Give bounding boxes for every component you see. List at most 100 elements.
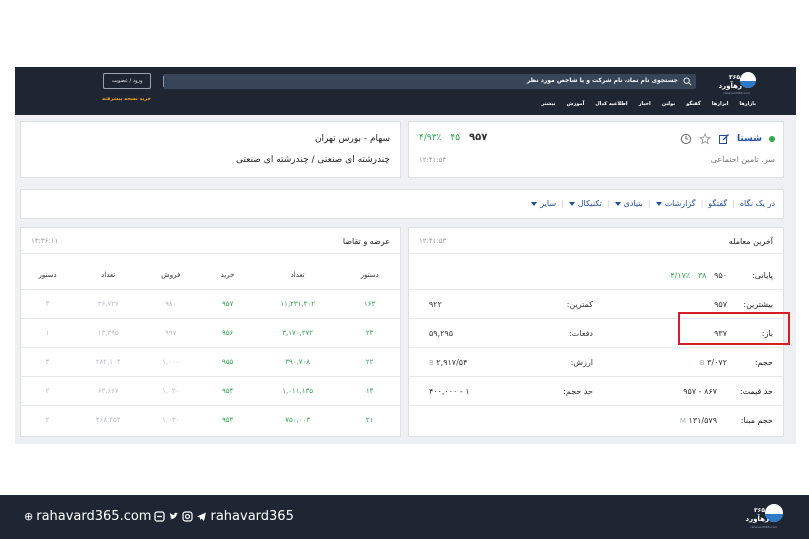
col-buy-volume: تعداد <box>256 261 340 290</box>
screenshot-stage: ۳۶۵ رهآورد rahavard365.com جستجوی نام نم… <box>0 0 809 539</box>
last-price: ۹۵۷ <box>469 132 488 143</box>
nav-item-news[interactable]: اخبار <box>639 101 651 107</box>
globe-icon: ⊕ <box>24 510 34 523</box>
nav-item-codal[interactable]: اطلاعیه کدال <box>595 101 627 107</box>
orderbook-title: عرضه و تقاضا <box>342 237 390 246</box>
closing-price: ۹۵۰ <box>714 271 727 280</box>
search-icon <box>683 77 692 86</box>
closing-row: پایانی: ۹۵۰ ۳۸ ۴/۱۷٪ <box>409 261 783 290</box>
table-cell: ۴۶۸,۴۵۴ <box>95 415 121 424</box>
footer-logo[interactable]: ۳۶۵ رهآورد rahavard365.com <box>737 504 783 530</box>
low-label: کمترین: <box>566 300 593 309</box>
logo-name: رهآورد <box>718 82 743 90</box>
table-cell: ۳۶,۷۲۷ <box>74 289 143 319</box>
table-cell: ۱۳,۳۹۵ <box>74 318 143 348</box>
nav-item-chat[interactable]: گفتگو <box>686 101 701 107</box>
edit-note-icon[interactable] <box>718 133 730 145</box>
table-cell: ۹۵۳ <box>221 415 234 424</box>
last-trade-header: آخرین معامله ۱۲:۴۱:۵۳ <box>409 228 783 254</box>
value-traded-unit: B <box>429 359 434 367</box>
volume-limit-label: حد حجم: <box>563 387 593 396</box>
footer-bar: ⊕ rahavard365.com rahavard365 ۳۶۵ رهآورد… <box>0 495 809 539</box>
table-row: ۲۱ ۷۵۰,۰۰۳ ۹۵۳ ۱,۰۳۰ ۴۶۸,۴۵۴ ۲ <box>21 405 400 434</box>
table-row: ۲۳ ۳,۱۷۰,۲۷۲ ۹۵۶ ۹۹۷ ۱۳,۳۹۵ ۱ <box>21 318 400 348</box>
table-cell: ۱۴ <box>339 376 400 406</box>
star-icon[interactable] <box>698 133 711 145</box>
search-bar[interactable]: جستجوی نام نماد، نام شرکت و یا شاخص مورد… <box>163 74 696 89</box>
search-input[interactable]: جستجوی نام نماد، نام شرکت و یا شاخص مورد… <box>527 77 678 84</box>
closing-change-percent: ۴/۱۷٪ <box>670 271 691 280</box>
company-name: سر. تامین اجتماعی <box>710 155 775 164</box>
footer-site[interactable]: rahavard365.com <box>36 509 151 524</box>
twitter-icon[interactable] <box>168 511 179 522</box>
telegram-icon[interactable] <box>196 511 207 522</box>
instagram-icon[interactable] <box>182 511 194 522</box>
symbol-time: ۱۲:۴۱:۵۳ <box>419 156 447 164</box>
nav-item-markets[interactable]: بازارها <box>739 101 756 107</box>
nav-item-more[interactable]: بیشتر <box>541 101 555 107</box>
base-volume-number: ۱۳۱/۵۷۹ <box>688 416 717 425</box>
value-traded-value: ۲,۹۱۷/۵۴ B <box>429 358 467 367</box>
site-logo[interactable]: ۳۶۵ رهآورد rahavard365.com <box>719 72 756 95</box>
tab-separator: | <box>732 199 735 208</box>
tab-fundamental[interactable]: بنیادی <box>614 199 643 208</box>
search-divider <box>163 76 164 87</box>
symbol-tabs-bar: در یک نگاه | گفتگو | گزارشات | بنیادی | … <box>20 189 784 219</box>
tab-fundamental-label: بنیادی <box>623 199 643 208</box>
table-row: ۱۶۳ ۱۱,۲۳۱,۴۰۲ ۹۵۷ ۹۸۰ ۳۶,۷۲۷ ۳ <box>21 289 400 319</box>
chevron-down-icon <box>568 201 575 206</box>
low-value: ۹۲۲ <box>429 300 442 309</box>
footer-logo-tagline: rahavard365.com <box>750 525 777 529</box>
tab-overview[interactable]: در یک نگاه <box>740 199 775 208</box>
closing-change: ۳۸ <box>697 271 707 280</box>
clock-icon[interactable] <box>680 133 692 145</box>
tab-reports[interactable]: گزارشات <box>655 199 696 208</box>
table-cell: ۳۹۰,۷۰۸ <box>256 347 340 377</box>
table-cell: ۱,۰۳۰ <box>162 415 180 424</box>
table-cell: ۱ <box>21 318 75 348</box>
last-trade-title: آخرین معامله <box>728 237 773 246</box>
nav-item-tools[interactable]: ابزارها <box>712 101 729 107</box>
nav-item-education[interactable]: آموزش <box>567 101 585 107</box>
tab-technical[interactable]: تکنیکال <box>568 199 602 208</box>
table-cell: ۹۵۷ <box>199 289 256 319</box>
tab-other[interactable]: سایر <box>531 199 556 208</box>
orderbook-card: عرضه و تقاضا ۱۳:۳۶:۱۱ دستور تعداد خرید ف… <box>20 227 401 437</box>
table-cell: ۳ <box>21 289 75 319</box>
tab-list: در یک نگاه | گفتگو | گزارشات | بنیادی | … <box>531 199 775 208</box>
table-cell: ۱,۰۱۱,۱۳۵ <box>256 376 340 406</box>
table-cell: ۲ <box>45 415 50 424</box>
orderbook-table: دستور تعداد خرید فروش تعداد دستور ۱۶۳ ۱۱… <box>21 261 400 434</box>
orderbook-header-row: دستور تعداد خرید فروش تعداد دستور <box>21 261 400 290</box>
sector-label: چندرشته ای صنعتی / چندرشته ای صنعتی <box>236 155 390 165</box>
price-change-percent: ۴/۹۳٪ <box>419 133 442 143</box>
price-change: ۴۵ <box>450 133 461 143</box>
limits-row: حد قیمت: ۸۶۷ - ۹۵۷ حد حجم: ۱ - ۴۰۰,۰۰۰ <box>409 377 783 406</box>
footer-handle[interactable]: rahavard365 <box>210 509 293 524</box>
tab-separator: | <box>700 199 704 208</box>
buy-premium-link[interactable]: خرید نسخه پیشرفته <box>102 96 151 102</box>
orderbook-header: عرضه و تقاضا ۱۳:۳۶:۱۱ <box>21 228 400 254</box>
table-cell: ۴ <box>21 347 75 377</box>
table-cell: ۹۵۵ <box>199 347 256 377</box>
price-limit-label: حد قیمت: <box>739 387 773 396</box>
col-sell-price: فروش <box>142 261 200 290</box>
price-row: ۹۵۷ ۴۵ ۴/۹۳٪ <box>419 132 487 143</box>
base-volume-value: ۱۳۱/۵۷۹ M <box>680 416 717 425</box>
volume-unit: B <box>699 359 705 367</box>
col-buy-orders: دستور <box>339 261 400 290</box>
table-cell: ۹۸۰ <box>142 289 200 319</box>
social-icon[interactable] <box>154 511 166 522</box>
market-info-card: سهام - بورس تهران چندرشته ای صنعتی / چند… <box>20 121 401 178</box>
tab-chat[interactable]: گفتگو <box>708 199 727 208</box>
nav-item-bulletin[interactable]: بولتن <box>662 101 675 107</box>
base-volume-label: حجم مبنا: <box>740 416 773 425</box>
symbol-name: شستا <box>736 134 762 144</box>
market-label: سهام - بورس تهران <box>314 134 390 144</box>
login-button[interactable]: ورود / عضویت <box>103 73 151 89</box>
tab-separator: | <box>561 199 564 208</box>
logo-globe-icon <box>740 72 756 88</box>
tab-reports-label: گزارشات <box>664 199 696 208</box>
table-cell: ۹۵۶ <box>199 318 256 348</box>
high-value: ۹۵۷ <box>714 300 727 309</box>
